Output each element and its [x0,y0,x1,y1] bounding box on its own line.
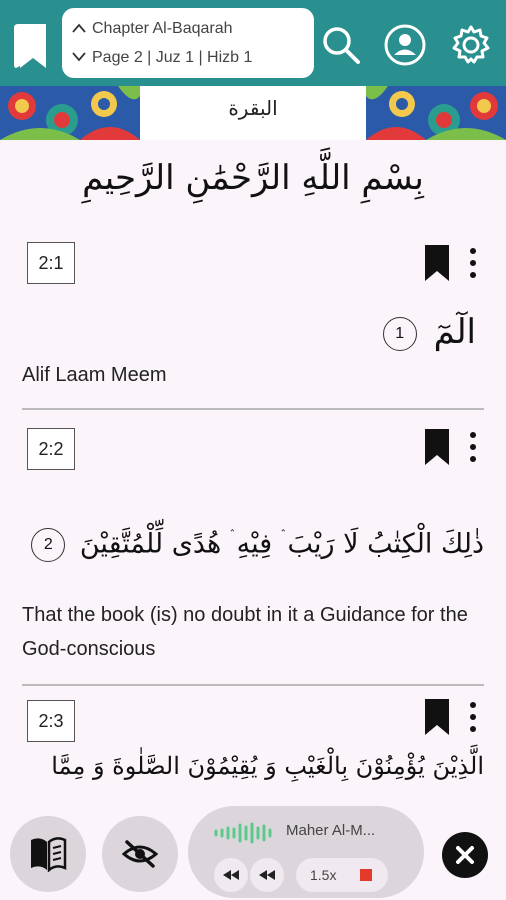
reading-mode-button[interactable] [10,816,86,892]
chevron-down-icon[interactable] [72,49,92,67]
verse-reference[interactable]: 2:1 [27,242,75,284]
chapter-navigator[interactable]: Chapter Al-Baqarah Page 2 | Juz 1 | Hizb… [62,8,314,78]
close-player-button[interactable] [442,832,488,878]
waveform-icon [214,822,272,844]
bookmark-icon[interactable] [424,698,450,736]
verse-arabic: الَّذِيْنَ يُؤْمِنُوْنَ بِالْغَيْبِ وَ ي… [51,752,484,780]
search-icon[interactable] [320,24,362,66]
verse-arabic: الٓمٓ 1 [377,312,476,352]
arabic-text: الٓمٓ [433,312,476,352]
reading-mode-icon [31,837,67,872]
arabic-text: ذٰلِكَ الْكِتٰبُ لَا رَيْبَ ۛ فِيْهِ ۛ ه… [79,528,484,560]
verse-reference[interactable]: 2:2 [27,428,75,470]
verse-translation: Alif Laam Meem [22,364,167,386]
verse-arabic: ذٰلِكَ الْكِتٰبُ لَا رَيْبَ ۛ فِيْهِ ۛ ه… [25,528,484,562]
top-header: Chapter Al-Baqarah Page 2 | Juz 1 | Hizb… [0,0,506,88]
verse-translation: That the book (is) no doubt in it a Guid… [22,604,468,660]
chapter-label: Chapter Al-Baqarah [92,19,233,37]
divider [22,408,484,410]
bookmark-icon[interactable] [424,428,450,466]
rewind-icon [223,870,239,880]
chapter-row[interactable]: Chapter Al-Baqarah [72,14,304,43]
user-icon[interactable] [384,24,426,66]
bookmark-icon[interactable] [424,244,450,282]
stop-icon[interactable] [360,869,372,881]
chevron-up-icon[interactable] [72,20,92,38]
close-icon [456,846,474,864]
ornament-right [366,86,506,140]
page-row[interactable]: Page 2 | Juz 1 | Hizb 1 [72,43,304,72]
ayah-number: 1 [382,317,417,351]
audio-player: Maher Al-M... 1.5x [188,806,424,898]
verse-reference[interactable]: 2:3 [27,700,75,742]
more-vertical-icon[interactable] [467,244,479,282]
previous-verse-button[interactable] [250,858,284,892]
speed-button[interactable]: 1.5x [310,867,336,883]
rewind-button[interactable] [214,858,248,892]
bismillah-calligraphy: بِسْمِ اللَّهِ الرَّحْمَٰنِ الرَّحِيمِ [82,158,424,198]
more-vertical-icon[interactable] [467,698,479,736]
ayah-number: 2 [31,528,66,562]
book-icon[interactable] [12,22,50,70]
playback-controls: 1.5x [296,858,388,892]
reciter-name: Maher Al-M... [286,822,376,839]
divider [22,684,484,686]
arabic-text: الَّذِيْنَ يُؤْمِنُوْنَ بِالْغَيْبِ وَ ي… [51,752,484,780]
hide-translation-button[interactable] [102,816,178,892]
rewind-icon [259,870,275,880]
surah-banner: البقرة [0,86,506,140]
more-vertical-icon[interactable] [467,428,479,466]
gear-icon[interactable] [450,24,492,66]
hide-icon [122,840,158,868]
page-label: Page 2 | Juz 1 | Hizb 1 [92,48,253,66]
